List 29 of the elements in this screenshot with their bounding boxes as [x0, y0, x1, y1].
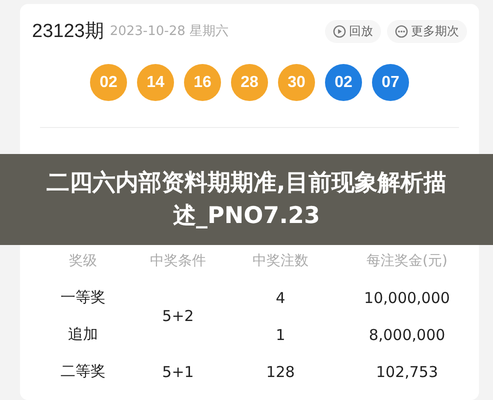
- table-cell: 5+1: [162, 362, 194, 380]
- table-cell: 10,000,000: [364, 288, 450, 306]
- lottery-ball: 14: [137, 64, 174, 101]
- table-cell: 1: [276, 326, 286, 344]
- table-cell: 128: [266, 362, 295, 380]
- more-issues-button[interactable]: 更多期次: [387, 20, 467, 42]
- draw-date: 2023-10-28 星期六: [110, 23, 230, 40]
- table-cell: 102,753: [376, 362, 438, 380]
- lottery-ball: 02: [325, 64, 362, 101]
- more-icon: [395, 24, 408, 38]
- table-cell: 8,000,000: [368, 326, 446, 344]
- column-header: 每注奖金(元): [366, 252, 448, 270]
- lottery-ball: 30: [278, 64, 315, 101]
- column-header: 奖级: [69, 252, 97, 270]
- banner-title: 二四六内部资料期期准,目前现象解析描述_PNO7.23: [46, 168, 446, 230]
- lottery-ball: 28: [231, 64, 268, 101]
- table-cell: 5+2: [162, 307, 194, 325]
- lottery-ball: 02: [90, 64, 127, 101]
- column-header: 中奖注数: [252, 252, 308, 270]
- issue-number: 23123期: [32, 20, 104, 44]
- table-cell: 二等奖: [60, 362, 106, 381]
- table-cell: 一等奖: [60, 288, 106, 307]
- table-cell: 追加: [68, 325, 98, 344]
- play-icon: [333, 24, 346, 38]
- lottery-ball: 07: [372, 64, 409, 101]
- table-cell: 4: [276, 288, 286, 306]
- replay-button[interactable]: 回放: [325, 20, 381, 42]
- column-header: 中奖条件: [150, 252, 206, 270]
- lottery-ball: 16: [184, 64, 221, 101]
